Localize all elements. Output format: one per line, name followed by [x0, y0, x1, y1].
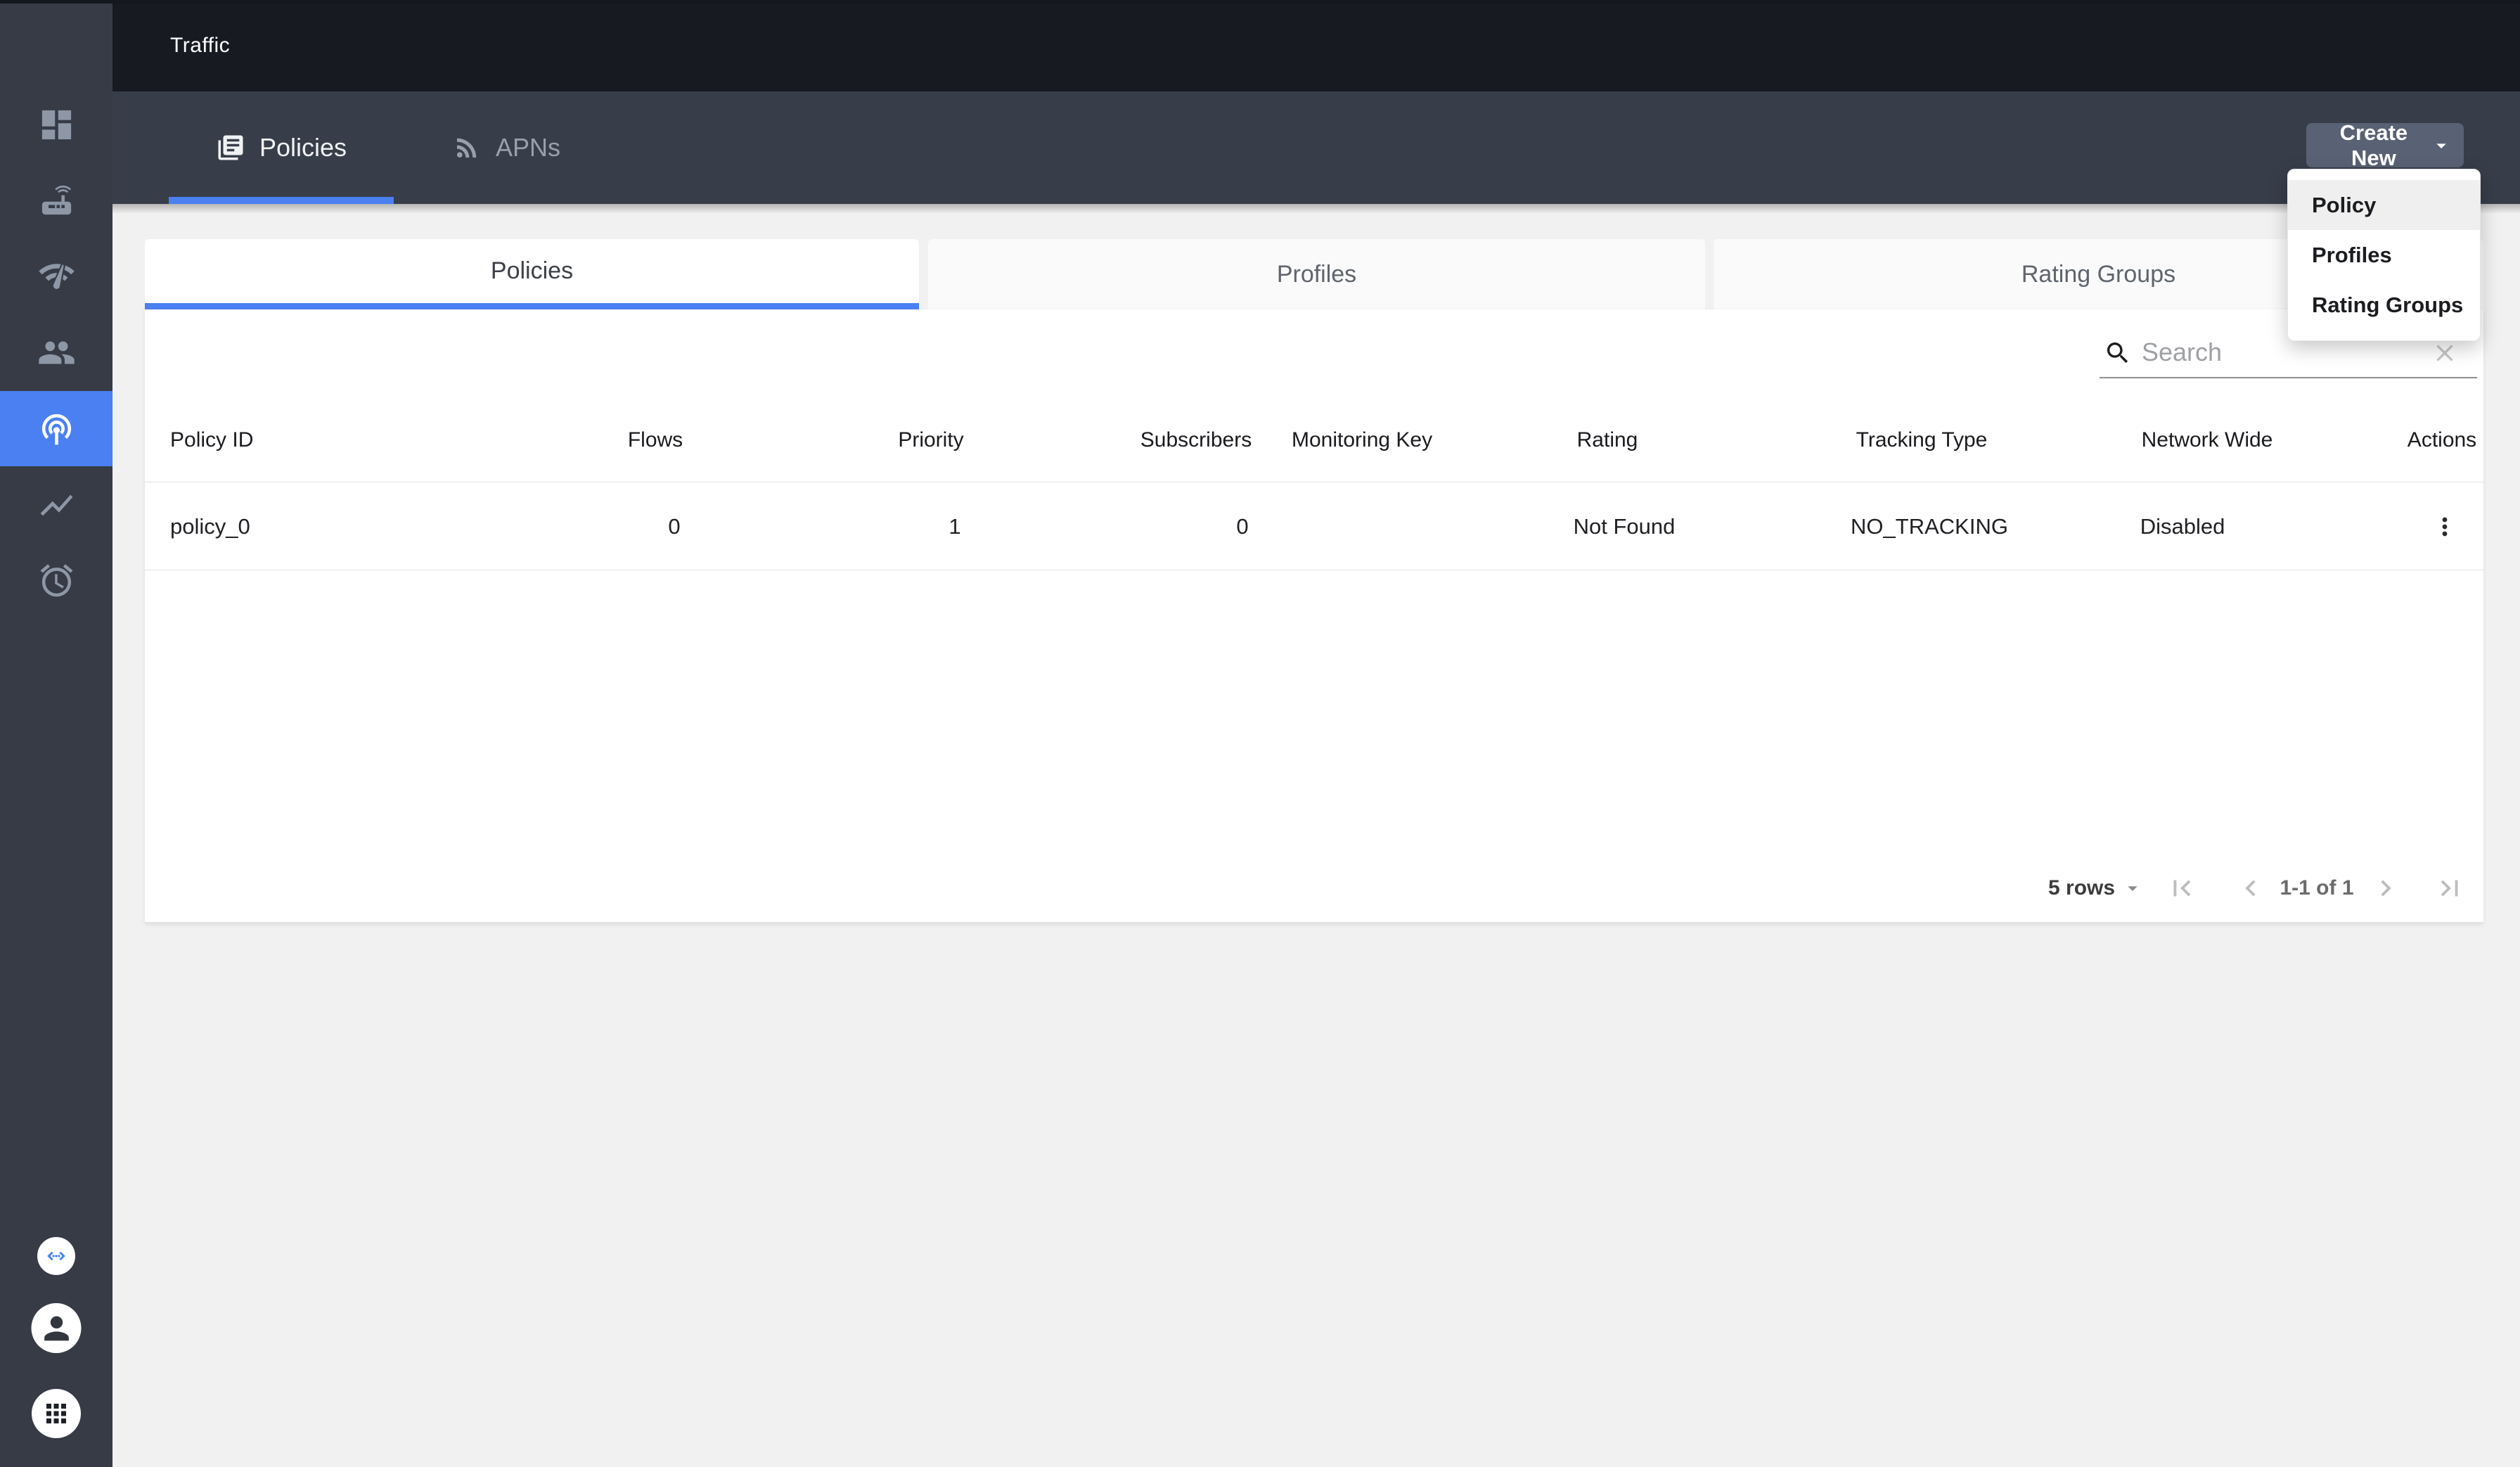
previous-page-button[interactable] — [2235, 872, 2267, 904]
page-title: Traffic — [170, 34, 230, 58]
cell-flows: 0 — [668, 514, 680, 539]
col-monitoring-key: Monitoring Key — [1292, 428, 1432, 452]
col-tracking-type: Tracking Type — [1856, 428, 1988, 452]
alarm-icon — [37, 561, 76, 600]
cell-tracking-type: NO_TRACKING — [1851, 514, 2008, 539]
apps-grid-icon — [41, 1399, 71, 1428]
create-new-label: Create New — [2318, 120, 2430, 171]
main-tabbar: Policies APNs Create New — [112, 91, 2520, 204]
sidebar — [0, 0, 112, 1467]
col-priority: Priority — [898, 428, 963, 452]
table-row: policy_0 0 1 0 Not Found NO_TRACKING Dis… — [145, 483, 2483, 570]
col-network-wide: Network Wide — [2142, 428, 2273, 452]
cell-subscribers: 0 — [1236, 514, 1248, 539]
cell-priority: 1 — [949, 514, 960, 539]
sidebar-item-traffic[interactable] — [0, 391, 112, 466]
active-tab-indicator — [169, 197, 394, 204]
code-icon — [44, 1243, 69, 1269]
menu-item-policy[interactable]: Policy — [2288, 180, 2480, 230]
rows-per-page-caret[interactable] — [2121, 877, 2144, 899]
clear-search-icon[interactable] — [2431, 339, 2459, 367]
library-books-icon — [216, 133, 245, 162]
top-strip — [0, 0, 2520, 4]
cell-network-wide: Disabled — [2140, 514, 2225, 539]
subtab-policies-label: Policies — [491, 257, 573, 285]
sidebar-item-alarms[interactable] — [0, 543, 112, 618]
menu-item-profiles[interactable]: Profiles — [2288, 230, 2480, 280]
wifi-tethering-icon — [37, 409, 76, 448]
last-page-icon — [2434, 872, 2466, 904]
subtab-profiles[interactable]: Profiles — [928, 239, 1705, 309]
rss-feed-icon — [452, 133, 482, 162]
subtab-policies[interactable]: Policies — [145, 239, 919, 309]
sidebar-item-equipment[interactable] — [0, 162, 112, 238]
create-new-button[interactable]: Create New — [2306, 123, 2464, 167]
router-icon — [37, 181, 76, 219]
subtab-rating-groups-label: Rating Groups — [2021, 261, 2175, 288]
sidebar-item-metrics[interactable] — [0, 468, 112, 543]
search-icon — [2104, 339, 2132, 367]
page-range-label: 1-1 of 1 — [2280, 876, 2353, 900]
policies-card: Policy ID Flows Priority Subscribers Mon… — [145, 309, 2483, 923]
col-subscribers: Subscribers — [1140, 428, 1252, 452]
sidebar-item-network[interactable] — [0, 238, 112, 314]
menu-item-rating-groups[interactable]: Rating Groups — [2288, 280, 2480, 330]
tab-apns[interactable]: APNs — [394, 91, 619, 204]
tab-apns-label: APNs — [496, 133, 560, 162]
sidebar-api-docs-button[interactable] — [37, 1237, 75, 1275]
create-new-menu: Policy Profiles Rating Groups — [2287, 169, 2481, 341]
chevron-right-icon — [2370, 872, 2402, 904]
chevron-left-icon — [2235, 872, 2267, 904]
table-header-row: Policy ID Flows Priority Subscribers Mon… — [145, 398, 2483, 482]
col-rating: Rating — [1577, 428, 1638, 452]
more-vert-icon — [2431, 513, 2459, 541]
topbar: Traffic — [112, 0, 2520, 91]
sidebar-item-subscribers[interactable] — [0, 315, 112, 390]
col-flows: Flows — [628, 428, 683, 452]
sidebar-item-dashboard[interactable] — [0, 87, 112, 162]
subtab-profiles-label: Profiles — [1277, 261, 1356, 288]
last-page-button[interactable] — [2434, 872, 2466, 904]
sidebar-apps-button[interactable] — [32, 1389, 81, 1438]
show-chart-icon — [37, 486, 76, 525]
dashboard-icon — [37, 105, 76, 144]
cell-rating: Not Found — [1574, 514, 1676, 539]
first-page-button[interactable] — [2166, 872, 2198, 904]
network-check-icon — [37, 257, 76, 295]
tab-policies[interactable]: Policies — [169, 91, 394, 204]
person-icon — [38, 1310, 75, 1347]
app-root: Traffic Policies APNs Create New Policie… — [0, 0, 2520, 1467]
appbar-shadow — [112, 204, 2520, 214]
row-actions-button[interactable] — [2428, 506, 2462, 548]
col-policy-id: Policy ID — [170, 428, 253, 452]
first-page-icon — [2166, 872, 2198, 904]
pagination: 5 rows 1-1 of 1 — [145, 858, 2483, 918]
next-page-button[interactable] — [2370, 872, 2402, 904]
tab-policies-label: Policies — [259, 133, 347, 162]
rows-per-page-label[interactable]: 5 rows — [2048, 876, 2115, 900]
sidebar-account-button[interactable] — [32, 1303, 82, 1353]
col-actions: Actions — [2408, 428, 2476, 452]
arrow-drop-down-icon — [2121, 877, 2144, 899]
chevron-down-icon — [2430, 134, 2452, 158]
people-icon — [37, 333, 76, 372]
policy-link[interactable]: policy_0 — [170, 514, 250, 539]
